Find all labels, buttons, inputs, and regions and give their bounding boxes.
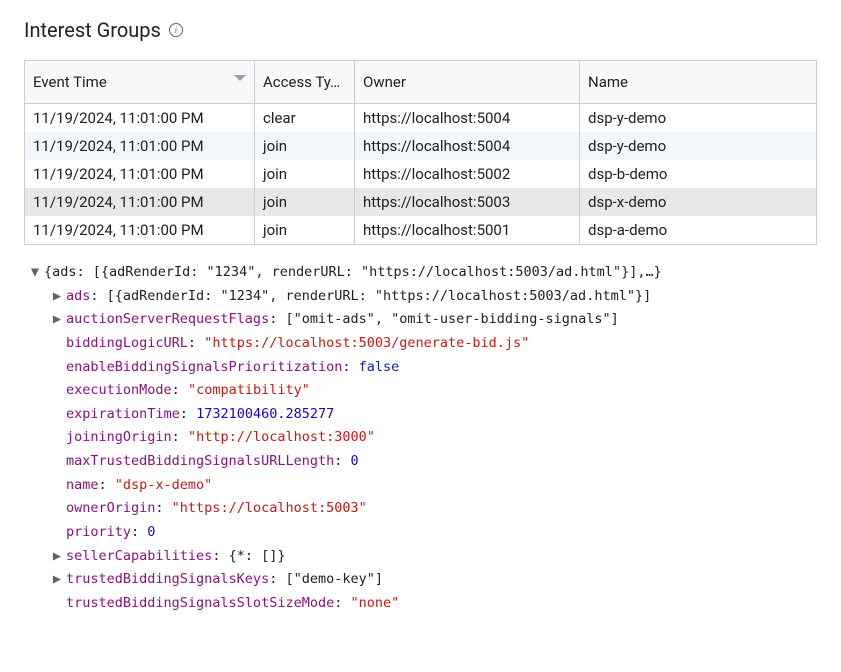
prop-key: ownerOrigin: [66, 500, 155, 516]
cell-type: join: [255, 132, 355, 160]
table-row[interactable]: 11/19/2024, 11:01:00 PMclearhttps://loca…: [25, 104, 817, 133]
info-icon[interactable]: i: [169, 23, 183, 37]
table-row[interactable]: 11/19/2024, 11:01:00 PMjoinhttps://local…: [25, 188, 817, 216]
cell-time: 11/19/2024, 11:01:00 PM: [25, 216, 255, 245]
object-tree: ▼ {ads: [{adRenderId: "1234", renderURL:…: [24, 261, 817, 615]
prop-key: expirationTime: [66, 406, 180, 422]
prop-key: sellerCapabilities: [66, 548, 212, 564]
prop-value: "https://localhost:5003/generate-bid.js": [204, 335, 529, 351]
prop-value: false: [359, 359, 400, 375]
col-header-owner[interactable]: Owner: [355, 61, 580, 104]
cell-type: clear: [255, 104, 355, 133]
prop-key: maxTrustedBiddingSignalsURLLength: [66, 453, 334, 469]
prop-value: "https://localhost:5003": [172, 500, 367, 516]
panel-header: Interest Groups i: [24, 18, 817, 42]
cell-name: dsp-y-demo: [580, 132, 817, 160]
table-row[interactable]: 11/19/2024, 11:01:00 PMjoinhttps://local…: [25, 132, 817, 160]
disclosure-closed-icon[interactable]: ▶: [52, 568, 62, 592]
cell-name: dsp-a-demo: [580, 216, 817, 245]
cell-owner: https://localhost:5004: [355, 104, 580, 133]
prop-key: name: [66, 477, 99, 493]
cell-time: 11/19/2024, 11:01:00 PM: [25, 188, 255, 216]
prop-key: trustedBiddingSignalsKeys: [66, 571, 269, 587]
sort-desc-icon: [234, 75, 246, 81]
cell-type: join: [255, 188, 355, 216]
cell-owner: https://localhost:5002: [355, 160, 580, 188]
prop-value: ["demo-key"]: [285, 571, 383, 587]
events-table: Event Time Access Ty… Owner Name 11/19/2…: [24, 60, 817, 245]
cell-name: dsp-b-demo: [580, 160, 817, 188]
prop-key: auctionServerRequestFlags: [66, 311, 269, 327]
cell-owner: https://localhost:5004: [355, 132, 580, 160]
prop-key: executionMode: [66, 382, 172, 398]
disclosure-closed-icon[interactable]: ▶: [52, 545, 62, 569]
prop-value: {*: []}: [229, 548, 286, 564]
cell-owner: https://localhost:5001: [355, 216, 580, 245]
cell-type: join: [255, 160, 355, 188]
col-header-label: Access Ty…: [263, 73, 340, 91]
cell-name: dsp-x-demo: [580, 188, 817, 216]
panel-title: Interest Groups: [24, 18, 161, 42]
disclosure-open-icon[interactable]: ▼: [30, 261, 40, 285]
prop-value: "compatibility": [188, 382, 310, 398]
prop-key: priority: [66, 524, 131, 540]
cell-owner: https://localhost:5003: [355, 188, 580, 216]
prop-value: 1732100460.285277: [196, 406, 334, 422]
col-header-event-time[interactable]: Event Time: [25, 61, 255, 104]
col-header-label: Event Time: [33, 73, 107, 91]
disclosure-closed-icon[interactable]: ▶: [52, 308, 62, 332]
table-row[interactable]: 11/19/2024, 11:01:00 PMjoinhttps://local…: [25, 216, 817, 245]
table-row[interactable]: 11/19/2024, 11:01:00 PMjoinhttps://local…: [25, 160, 817, 188]
cell-type: join: [255, 216, 355, 245]
prop-value: "none": [350, 595, 399, 611]
prop-key: trustedBiddingSignalsSlotSizeMode: [66, 595, 334, 611]
prop-key: enableBiddingSignalsPrioritization: [66, 359, 342, 375]
col-header-label: Name: [588, 73, 628, 91]
prop-value: "dsp-x-demo": [115, 477, 213, 493]
prop-value: 0: [350, 453, 358, 469]
tree-summary: {ads: [{adRenderId: "1234", renderURL: "…: [44, 261, 662, 285]
prop-value: ["omit-ads", "omit-user-bidding-signals"…: [285, 311, 618, 327]
prop-key: biddingLogicURL: [66, 335, 188, 351]
cell-time: 11/19/2024, 11:01:00 PM: [25, 160, 255, 188]
col-header-name[interactable]: Name: [580, 61, 817, 104]
cell-name: dsp-y-demo: [580, 104, 817, 133]
cell-time: 11/19/2024, 11:01:00 PM: [25, 132, 255, 160]
col-header-label: Owner: [363, 73, 406, 91]
col-header-access-type[interactable]: Access Ty…: [255, 61, 355, 104]
prop-key: ads: [66, 288, 90, 304]
prop-value: [{adRenderId: "1234", renderURL: "https:…: [107, 288, 652, 304]
disclosure-closed-icon[interactable]: ▶: [52, 285, 62, 309]
prop-key: joiningOrigin: [66, 429, 172, 445]
cell-time: 11/19/2024, 11:01:00 PM: [25, 104, 255, 133]
prop-value: 0: [147, 524, 155, 540]
prop-value: "http://localhost:3000": [188, 429, 375, 445]
